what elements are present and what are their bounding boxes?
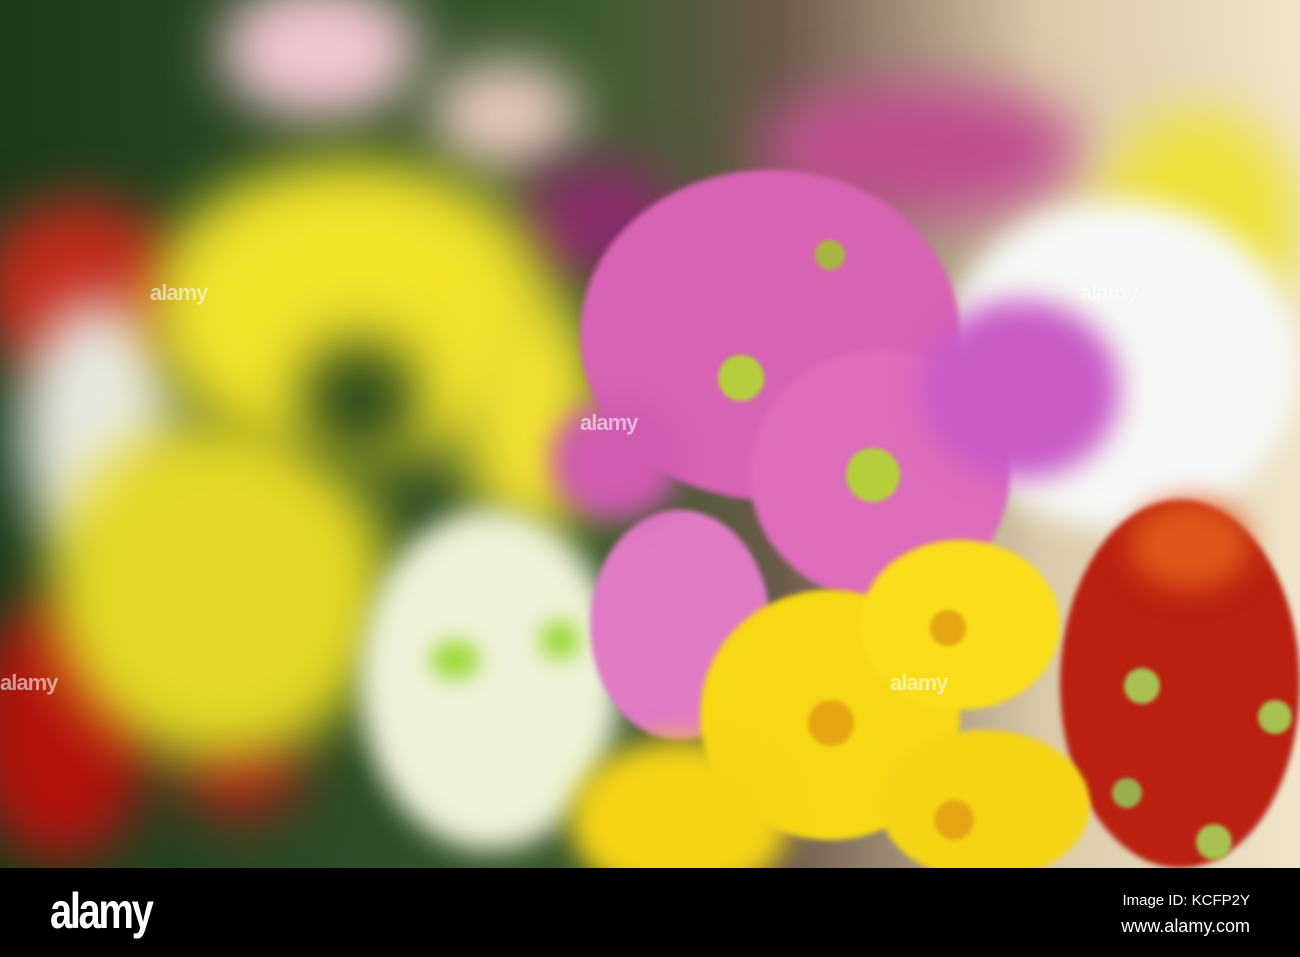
pink-daisy-right	[920, 300, 1120, 480]
blurred-yellow-cluster-lower	[50, 420, 390, 760]
image-id: Image ID: KCFP2Y	[1122, 892, 1250, 909]
watermark: alamy	[580, 410, 638, 435]
flower-photo: alamy alamy alamy alamy alamy	[0, 0, 1300, 868]
footer-bar: alamy Image ID: KCFP2Y www.alamy.com	[0, 868, 1300, 957]
flower-center	[1196, 824, 1232, 860]
flower-center	[846, 448, 900, 502]
orange-daisy	[1130, 500, 1250, 590]
blurred-carnation-top	[430, 60, 580, 170]
yellow-chrysanthemum-bottom	[880, 730, 1090, 868]
alamy-logo: alamy	[50, 883, 154, 939]
flower-center	[430, 640, 480, 680]
flower-center	[934, 800, 974, 840]
flower-center	[808, 700, 854, 746]
flower-center	[1258, 700, 1292, 734]
watermark: alamy	[890, 670, 948, 695]
site-url: www.alamy.com	[1121, 916, 1250, 936]
flower-center	[815, 240, 845, 270]
flower-center	[540, 620, 580, 660]
watermark: alamy	[150, 280, 208, 305]
watermark: alamy	[1080, 280, 1138, 305]
flower-center	[1124, 668, 1160, 704]
blurred-pink-flower-top	[220, 0, 420, 120]
flower-center	[1112, 778, 1142, 808]
flower-center	[718, 355, 764, 401]
watermark: alamy	[0, 670, 58, 695]
flower-center	[930, 610, 966, 646]
foliage-gap	[300, 340, 420, 460]
